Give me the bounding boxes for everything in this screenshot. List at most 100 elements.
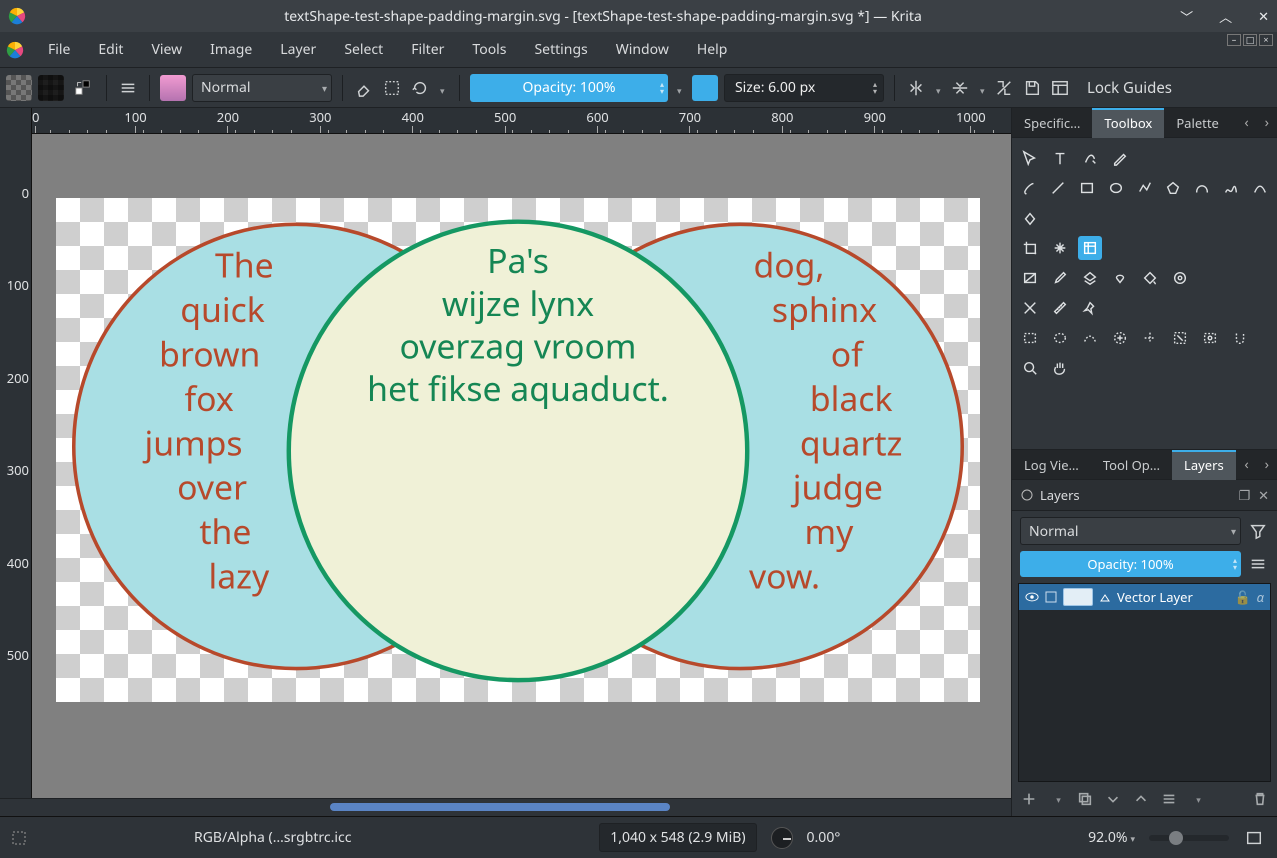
tab-nav-left[interactable]: ‹	[1236, 113, 1256, 132]
tool-sel-ell[interactable]	[1048, 326, 1072, 350]
tool-crop[interactable]	[1018, 236, 1042, 260]
tab2-nav-left[interactable]: ‹	[1236, 455, 1256, 474]
menu-select[interactable]: Select	[330, 34, 397, 65]
reload-preset-icon[interactable]	[409, 77, 431, 99]
fullscreen-icon[interactable]	[1243, 827, 1265, 849]
tab-toolopts[interactable]: Tool Op…	[1091, 450, 1172, 480]
tool-sel-contig[interactable]	[1108, 326, 1132, 350]
tab-nav-right[interactable]: ›	[1257, 113, 1277, 132]
mirror-vertical-icon[interactable]	[949, 77, 971, 99]
tool-sel-color[interactable]	[1138, 326, 1162, 350]
tool-zoom[interactable]	[1018, 356, 1042, 380]
menu-filter[interactable]: Filter	[397, 34, 458, 65]
tool-assist[interactable]	[1168, 266, 1192, 290]
pattern-fg-button[interactable]	[6, 75, 32, 101]
zoom-slider[interactable]	[1149, 835, 1229, 841]
mirror-v-dropdown[interactable]	[977, 77, 987, 99]
blend-mode-dropdown[interactable]: Normal ▾	[192, 74, 332, 102]
color-profile[interactable]: RGB/Alpha (…srgbtrc.icc	[194, 828, 351, 847]
menu-window[interactable]: Window	[602, 34, 683, 65]
selection-mode-icon[interactable]	[12, 831, 26, 845]
tool-sel-rect[interactable]	[1018, 326, 1042, 350]
window-minimize-icon[interactable]: ﹀	[1180, 7, 1193, 26]
tab-logview[interactable]: Log Vie…	[1012, 450, 1091, 480]
tool-measure[interactable]	[1048, 296, 1072, 320]
mirror-h-dropdown[interactable]	[933, 77, 943, 99]
tab-toolbox[interactable]: Toolbox	[1092, 108, 1164, 138]
tool-deform[interactable]	[1018, 296, 1042, 320]
tool-bezier[interactable]	[1191, 176, 1214, 200]
tool-grad[interactable]	[1018, 266, 1042, 290]
menu-file[interactable]: File	[34, 34, 84, 65]
reload-dropdown[interactable]	[437, 77, 449, 99]
ruler-vertical[interactable]: 0100200300400500	[0, 134, 32, 798]
opacity-dropdown[interactable]	[674, 77, 686, 99]
tool-rect[interactable]	[1076, 176, 1099, 200]
menu-edit[interactable]: Edit	[84, 34, 137, 65]
duplicate-layer-button[interactable]	[1076, 790, 1094, 808]
menu-help[interactable]: Help	[683, 34, 742, 65]
tool-smart[interactable]	[1108, 266, 1132, 290]
wrap-around-icon[interactable]	[993, 77, 1015, 99]
tool-sel-outline[interactable]	[1078, 326, 1102, 350]
tool-pan[interactable]	[1048, 236, 1072, 260]
tab-palette[interactable]: Palette	[1164, 108, 1231, 138]
tab-specific[interactable]: Specific…	[1012, 108, 1092, 138]
layer-properties-button[interactable]	[1160, 790, 1178, 808]
pattern-bg-button[interactable]	[38, 75, 64, 101]
layer-row[interactable]: Vector Layer 🔓 α	[1019, 584, 1270, 610]
ruler-horizontal[interactable]: 01002003004005006007008009001000	[32, 108, 1011, 133]
window-close-icon[interactable]: ✕	[1258, 7, 1269, 26]
image-dimensions[interactable]: 1,040 x 548 (2.9 MiB)	[599, 823, 756, 852]
layer-alpha-icon[interactable]: α	[1257, 588, 1264, 606]
layer-lock-icon[interactable]: 🔓	[1234, 588, 1250, 606]
rotation-knob[interactable]	[771, 827, 793, 849]
tool-dynamic[interactable]	[1248, 176, 1271, 200]
tool-sel-similar[interactable]	[1198, 326, 1222, 350]
layer-list[interactable]: Vector Layer 🔓 α	[1018, 583, 1271, 782]
tool-polyline[interactable]	[1133, 176, 1156, 200]
layer-filter-icon[interactable]	[1247, 520, 1269, 542]
canvas-viewport[interactable]: Thequickbrownfoxjumpsoverthelazy Pa'swij…	[32, 134, 1011, 798]
tool-ellipse[interactable]	[1104, 176, 1127, 200]
tab-layers[interactable]: Layers	[1172, 450, 1236, 480]
tool-picker[interactable]	[1048, 266, 1072, 290]
menu-view[interactable]: View	[137, 34, 196, 65]
workspace-icon[interactable]	[1049, 77, 1071, 99]
color-fg-swatch[interactable]	[692, 75, 718, 101]
layer-menu-icon[interactable]	[1247, 553, 1269, 575]
layer-blend-dropdown[interactable]: Normal ▾	[1020, 517, 1241, 545]
brush-preset-button[interactable]	[160, 75, 186, 101]
add-layer-dropdown[interactable]	[1048, 790, 1066, 808]
tool-sel-magnetic[interactable]	[1228, 326, 1252, 350]
tool-polygon[interactable]	[1162, 176, 1185, 200]
close-panel-icon[interactable]: ✕	[1258, 486, 1269, 504]
tool-line[interactable]	[1047, 176, 1070, 200]
tool-edit[interactable]	[1108, 146, 1132, 170]
layer-opacity-slider[interactable]: Opacity: 100% ▴▾	[1020, 551, 1241, 577]
tool-move[interactable]	[1018, 146, 1042, 170]
add-layer-button[interactable]	[1020, 790, 1038, 808]
move-layer-down-button[interactable]	[1104, 790, 1122, 808]
save-icon[interactable]	[1021, 77, 1043, 99]
tool-freehand[interactable]	[1219, 176, 1242, 200]
tool-text[interactable]	[1048, 146, 1072, 170]
subwin-minimize-icon[interactable]: –	[1227, 34, 1241, 46]
menu-image[interactable]: Image	[196, 34, 266, 65]
tool-transform[interactable]	[1018, 206, 1042, 230]
move-layer-up-button[interactable]	[1132, 790, 1150, 808]
canvas-hscrollbar[interactable]	[0, 798, 1011, 816]
subwin-maximize-icon[interactable]: □	[1243, 34, 1257, 46]
window-maximize-icon[interactable]: ︿	[1219, 7, 1232, 26]
tool-brush[interactable]	[1018, 176, 1041, 200]
tool-calligraphy[interactable]	[1078, 146, 1102, 170]
menu-tools[interactable]: Tools	[458, 34, 520, 65]
brush-size-input[interactable]: Size: 6.00 px ▴▾	[724, 74, 884, 102]
tool-pattern[interactable]	[1078, 266, 1102, 290]
tab2-nav-right[interactable]: ›	[1257, 455, 1277, 474]
scrollbar-thumb[interactable]	[330, 803, 670, 811]
subwin-close-icon[interactable]: ×	[1259, 34, 1273, 46]
swap-colors-button[interactable]	[70, 75, 96, 101]
tool-pin[interactable]	[1078, 296, 1102, 320]
menu-layer[interactable]: Layer	[266, 34, 330, 65]
